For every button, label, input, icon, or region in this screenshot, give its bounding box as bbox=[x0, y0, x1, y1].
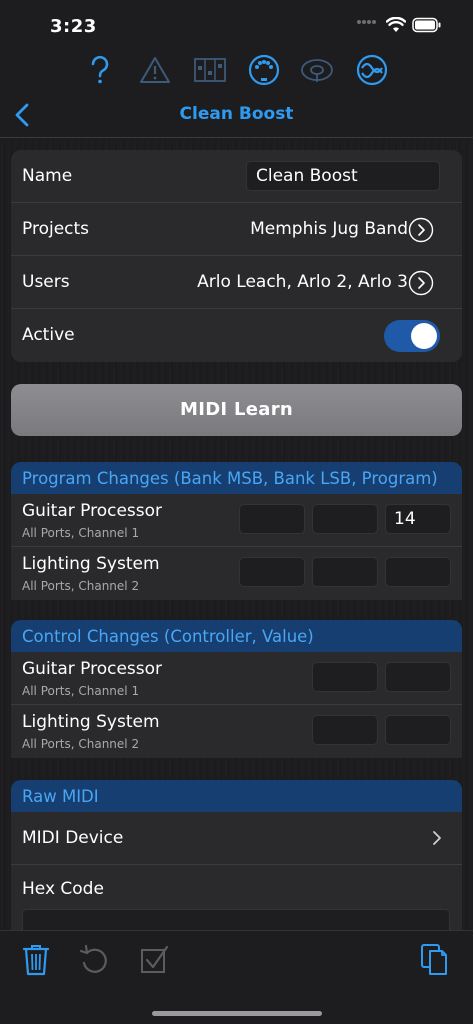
page-title: Clean Boost bbox=[179, 104, 294, 124]
program-field[interactable] bbox=[385, 557, 451, 587]
table-row: Lighting System All Ports, Channel 2 bbox=[11, 705, 462, 758]
device-name: Lighting System bbox=[22, 554, 160, 574]
table-row: Guitar Processor All Ports, Channel 1 bbox=[11, 652, 462, 705]
name-row: Name Clean Boost bbox=[11, 150, 462, 203]
device-subtitle: All Ports, Channel 1 bbox=[22, 684, 140, 698]
table-row: Guitar Processor All Ports, Channel 1 14 bbox=[11, 494, 462, 547]
disclosure-circle-icon[interactable] bbox=[408, 270, 434, 296]
device-name: Guitar Processor bbox=[22, 501, 163, 521]
midi-device-label: MIDI Device bbox=[22, 828, 124, 848]
chevron-right-icon bbox=[433, 831, 441, 845]
bank-msb-field[interactable] bbox=[239, 557, 305, 587]
users-label: Users bbox=[22, 272, 70, 292]
wifi-icon bbox=[386, 17, 406, 32]
hex-code-label: Hex Code bbox=[22, 879, 104, 899]
device-subtitle: All Ports, Channel 1 bbox=[22, 526, 140, 540]
midi-learn-button[interactable]: MIDI Learn bbox=[11, 384, 462, 436]
bottom-toolbar bbox=[0, 930, 473, 1024]
value-field[interactable] bbox=[385, 662, 451, 692]
status-time: 3:23 bbox=[50, 16, 97, 37]
battery-icon bbox=[412, 17, 441, 33]
mixer-icon[interactable] bbox=[192, 52, 228, 88]
table-row: Lighting System All Ports, Channel 2 bbox=[11, 547, 462, 600]
program-field[interactable]: 14 bbox=[385, 504, 451, 534]
home-indicator[interactable] bbox=[152, 1011, 322, 1016]
program-changes-section: Program Changes (Bank MSB, Bank LSB, Pro… bbox=[11, 462, 462, 600]
checkbox-icon[interactable] bbox=[138, 941, 170, 977]
name-label: Name bbox=[22, 166, 73, 186]
program-changes-header: Program Changes (Bank MSB, Bank LSB, Pro… bbox=[11, 462, 462, 494]
active-label: Active bbox=[22, 325, 75, 345]
duplicate-icon[interactable] bbox=[418, 941, 450, 977]
projects-value: Memphis Jug Band bbox=[250, 219, 408, 239]
disclosure-circle-icon[interactable] bbox=[408, 217, 434, 243]
top-icon-bar bbox=[0, 52, 473, 92]
control-changes-section: Control Changes (Controller, Value) Guit… bbox=[11, 620, 462, 758]
projects-label: Projects bbox=[22, 219, 90, 239]
warning-icon[interactable] bbox=[137, 52, 173, 88]
navigation-bar: Clean Boost bbox=[0, 92, 473, 138]
routing-icon[interactable] bbox=[299, 52, 335, 88]
toggle-knob bbox=[411, 323, 437, 349]
sync-icon[interactable] bbox=[354, 52, 390, 88]
name-field[interactable]: Clean Boost bbox=[246, 161, 440, 191]
device-subtitle: All Ports, Channel 2 bbox=[22, 579, 140, 593]
device-name: Lighting System bbox=[22, 712, 160, 732]
midi-device-row[interactable]: MIDI Device bbox=[11, 812, 462, 865]
control-changes-header: Control Changes (Controller, Value) bbox=[11, 620, 462, 652]
bank-msb-field[interactable] bbox=[239, 504, 305, 534]
raw-midi-header: Raw MIDI bbox=[11, 780, 462, 812]
value-field[interactable] bbox=[385, 715, 451, 745]
raw-midi-section: Raw MIDI MIDI Device Hex Code bbox=[11, 780, 462, 930]
status-bar: 3:23 bbox=[0, 0, 473, 50]
device-name: Guitar Processor bbox=[22, 659, 163, 679]
bank-lsb-field[interactable] bbox=[312, 504, 378, 534]
help-icon[interactable] bbox=[82, 52, 118, 88]
content-scroll[interactable]: Name Clean Boost Projects Memphis Jug Ba… bbox=[0, 140, 473, 930]
projects-row[interactable]: Projects Memphis Jug Band bbox=[11, 203, 462, 256]
midi-port-icon[interactable] bbox=[246, 52, 282, 88]
bank-lsb-field[interactable] bbox=[312, 557, 378, 587]
cellular-signal-icon bbox=[357, 20, 376, 24]
controller-field[interactable] bbox=[312, 662, 378, 692]
active-row: Active bbox=[11, 309, 462, 362]
hex-code-row: Hex Code bbox=[11, 865, 462, 930]
device-subtitle: All Ports, Channel 2 bbox=[22, 737, 140, 751]
settings-card: Name Clean Boost Projects Memphis Jug Ba… bbox=[11, 150, 462, 362]
users-value: Arlo Leach, Arlo 2, Arlo 3 bbox=[197, 272, 408, 292]
hex-code-field[interactable] bbox=[22, 909, 450, 930]
undo-icon[interactable] bbox=[78, 941, 110, 977]
controller-field[interactable] bbox=[312, 715, 378, 745]
trash-icon[interactable] bbox=[20, 941, 52, 977]
users-row[interactable]: Users Arlo Leach, Arlo 2, Arlo 3 bbox=[11, 256, 462, 309]
active-toggle[interactable] bbox=[384, 320, 440, 352]
